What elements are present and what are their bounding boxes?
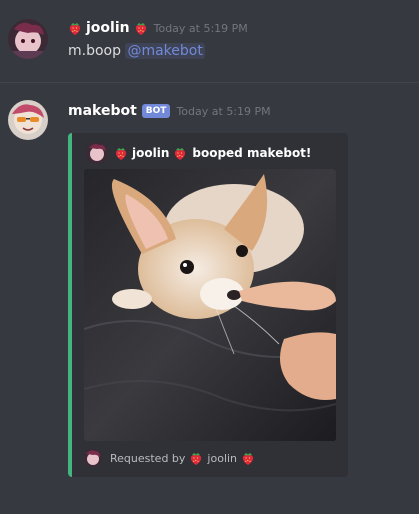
bot-tag: BOT <box>141 104 171 118</box>
strawberry-icon <box>114 146 128 161</box>
embed-footer: Requested by joolin <box>84 449 255 467</box>
embed: joolin booped makebot! Requested by jool… <box>68 133 348 477</box>
strawberry-icon <box>68 21 82 36</box>
message-content: m.boop @makebot <box>68 43 205 59</box>
author-name[interactable]: makebot <box>68 103 137 119</box>
timestamp: Today at 5:19 PM <box>176 104 271 118</box>
avatar-joolin[interactable] <box>8 19 48 59</box>
embed-image[interactable] <box>84 169 336 441</box>
embed-footer-prefix: Requested by <box>110 451 186 465</box>
embed-author-action: booped makebot! <box>192 146 312 160</box>
embed-author-avatar <box>86 142 108 164</box>
strawberry-icon <box>173 146 187 161</box>
message-text: m.boop <box>68 43 126 59</box>
timestamp: Today at 5:19 PM <box>153 21 248 35</box>
embed-author: joolin booped makebot! <box>86 142 311 164</box>
author-name[interactable]: joolin <box>86 20 130 36</box>
message-joolin: joolin Today at 5:19 PM m.boop @makebot <box>0 0 419 80</box>
embed-footer-name: joolin <box>207 451 238 465</box>
strawberry-icon <box>241 451 255 466</box>
mention-makebot[interactable]: @makebot <box>125 43 205 59</box>
embed-author-name: joolin <box>132 146 170 160</box>
strawberry-icon <box>189 451 203 466</box>
avatar-makebot[interactable] <box>8 100 48 140</box>
strawberry-icon <box>134 21 148 36</box>
embed-footer-avatar <box>84 449 102 467</box>
